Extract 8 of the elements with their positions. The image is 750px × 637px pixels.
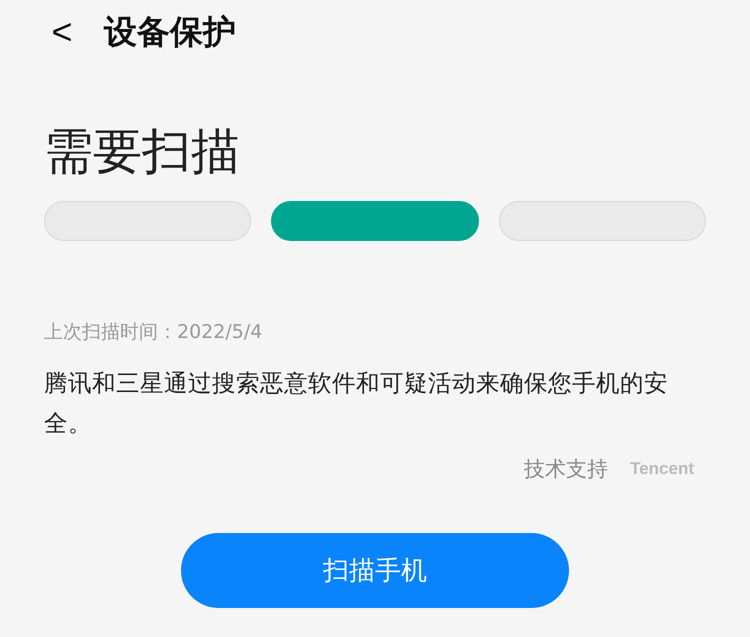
page-title: 设备保护 bbox=[104, 10, 236, 52]
last-scan-time: 上次扫描时间：2022/5/4 bbox=[44, 320, 264, 345]
support-label: 技术支持 bbox=[524, 456, 608, 483]
description: 腾讯和三星通过搜索恶意软件和可疑活动来确保您手机的安全。 bbox=[44, 368, 669, 439]
scan-button[interactable]: 扫描手机 bbox=[181, 532, 569, 608]
provider-name: Tencent bbox=[630, 458, 694, 479]
back-button[interactable]: < bbox=[44, 14, 78, 50]
status-title: 需要扫描 bbox=[44, 125, 241, 179]
